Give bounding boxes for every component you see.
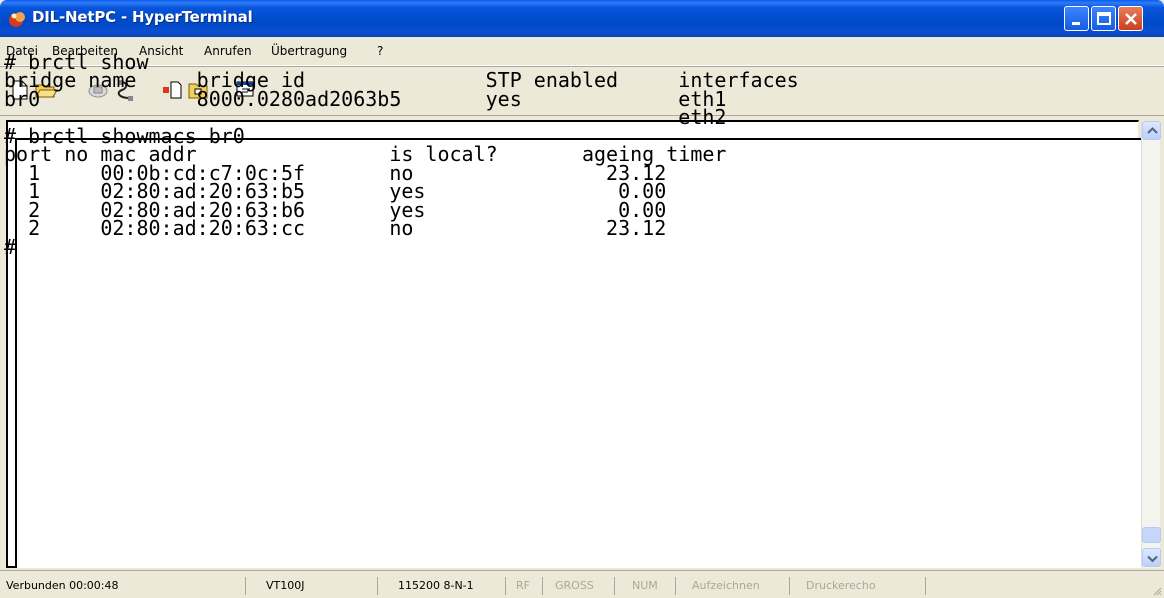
scroll-thumb[interactable] bbox=[1142, 527, 1161, 543]
chevron-up-icon bbox=[1147, 127, 1158, 134]
chevron-down-icon bbox=[1147, 555, 1158, 563]
resize-grip-icon[interactable] bbox=[1150, 584, 1162, 596]
title-bar[interactable]: DIL-NetPC - HyperTerminal bbox=[0, 0, 1164, 37]
hyperterminal-icon bbox=[9, 12, 25, 27]
status-printecho: Druckerecho bbox=[800, 577, 926, 595]
minimize-button[interactable] bbox=[1064, 6, 1089, 31]
terminal-output[interactable]: # brctl show bridge name bridge id STP en… bbox=[4, 34, 799, 256]
close-button[interactable] bbox=[1118, 6, 1143, 31]
status-connected: Verbunden 00:00:48 bbox=[0, 577, 246, 595]
status-gross: GROSS bbox=[549, 577, 615, 595]
scroll-up-button[interactable] bbox=[1142, 121, 1161, 140]
scroll-down-button[interactable] bbox=[1142, 548, 1161, 567]
status-settings: 115200 8-N-1 bbox=[392, 577, 506, 595]
window-title: DIL-NetPC - HyperTerminal bbox=[32, 8, 253, 26]
status-num: NUM bbox=[626, 577, 676, 595]
minimize-icon bbox=[1072, 22, 1080, 25]
terminal-line: # bbox=[4, 234, 17, 259]
status-bar: Verbunden 00:00:48 VT100J 115200 8-N-1 R… bbox=[0, 570, 1164, 598]
close-icon bbox=[1125, 13, 1137, 25]
status-capture: Aufzeichnen bbox=[686, 577, 790, 595]
status-emulation: VT100J bbox=[260, 577, 378, 595]
vertical-scrollbar[interactable] bbox=[1141, 121, 1161, 568]
maximize-icon bbox=[1097, 12, 1111, 25]
maximize-button[interactable] bbox=[1091, 6, 1116, 31]
status-rf: RF bbox=[510, 577, 543, 595]
terminal-line: 2 02:80:ad:20:63:cc no 23.12 bbox=[4, 216, 667, 240]
